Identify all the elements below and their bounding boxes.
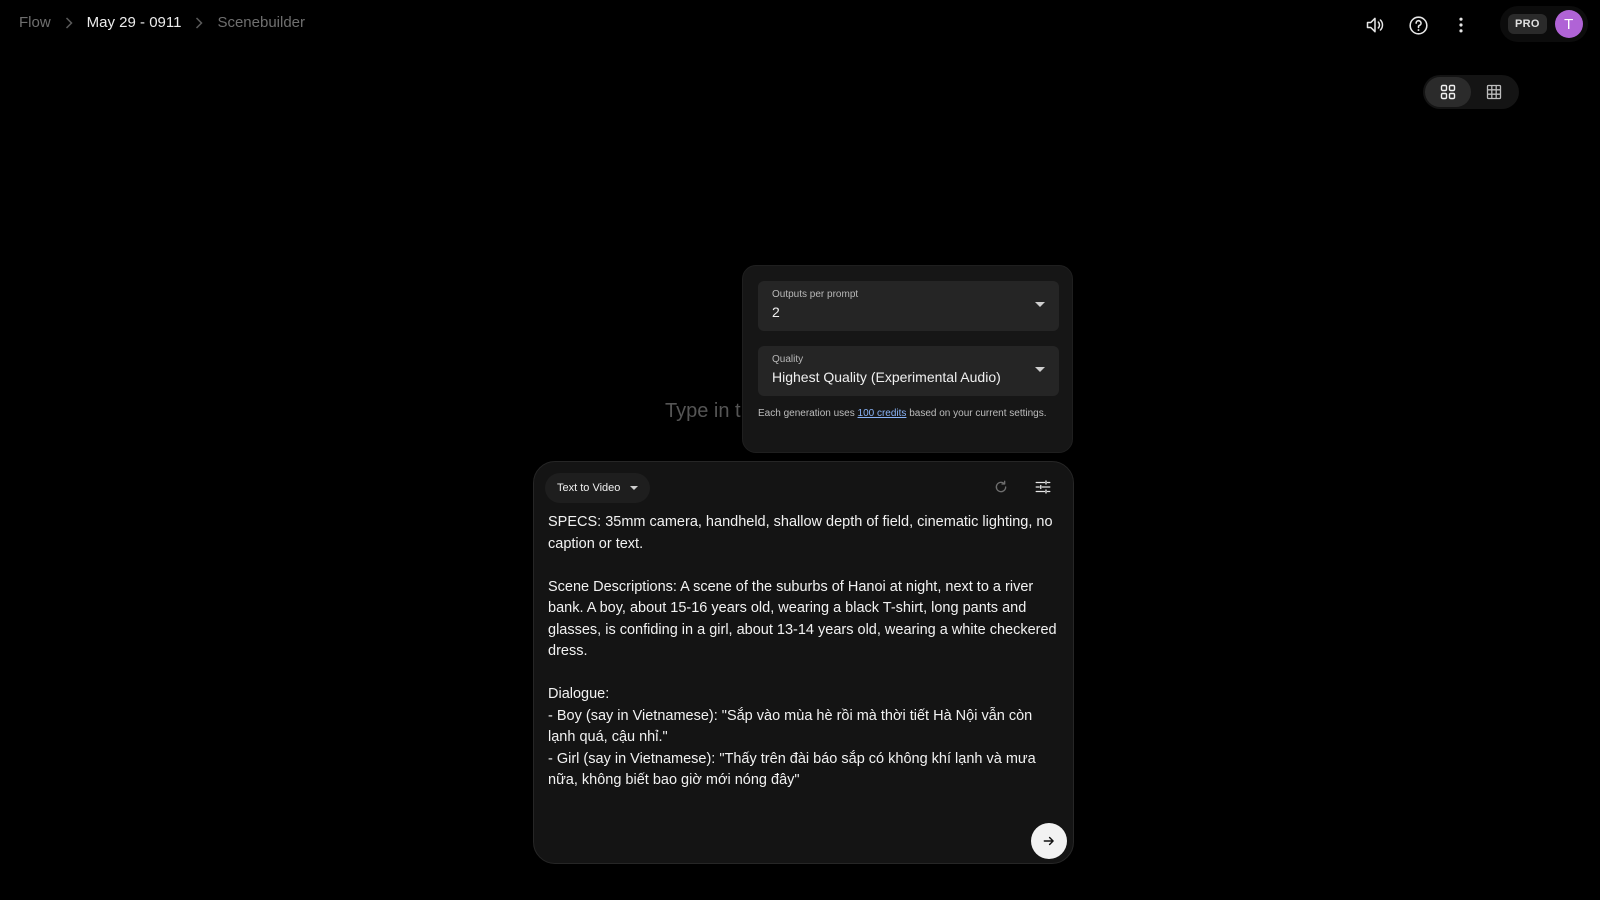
credits-note-prefix: Each generation uses — [758, 408, 858, 419]
quality-label: Quality — [772, 354, 804, 365]
grid-view-icon[interactable] — [1425, 77, 1471, 107]
credits-note: Each generation uses 100 credits based o… — [758, 406, 1057, 421]
volume-icon[interactable] — [1360, 10, 1390, 40]
breadcrumb-flow[interactable]: Flow — [19, 14, 51, 31]
send-button[interactable] — [1031, 823, 1067, 859]
outputs-per-prompt-select[interactable]: Outputs per prompt 2 — [758, 281, 1059, 331]
refresh-icon[interactable] — [988, 474, 1014, 500]
chevron-right-icon — [65, 16, 73, 29]
mode-select-label: Text to Video — [557, 482, 621, 494]
settings-popover: Outputs per prompt 2 Quality Highest Qua… — [742, 265, 1073, 453]
breadcrumb-scenebuilder[interactable]: Scenebuilder — [217, 14, 305, 31]
outputs-per-prompt-label: Outputs per prompt — [772, 289, 859, 300]
top-actions — [1360, 10, 1489, 40]
prompt-placeholder-hint: Type in t — [665, 400, 741, 422]
credits-link[interactable]: 100 credits — [858, 408, 907, 419]
avatar[interactable]: T — [1554, 10, 1583, 38]
quality-value: Highest Quality (Experimental Audio) — [772, 369, 1001, 385]
breadcrumb: Flow May 29 - 0911 Scenebuilder — [19, 14, 305, 31]
breadcrumb-project[interactable]: May 29 - 0911 — [87, 14, 182, 31]
view-toggle — [1423, 75, 1519, 109]
prompt-textarea[interactable]: SPECS: 35mm camera, handheld, shallow de… — [548, 512, 1061, 792]
account-menu[interactable]: PRO T — [1500, 6, 1588, 42]
help-icon[interactable] — [1403, 10, 1433, 40]
pro-badge: PRO — [1508, 14, 1547, 34]
prompt-card: Text to Video SPECS: 35mm camera, handhe… — [533, 461, 1074, 864]
chevron-right-icon — [195, 16, 204, 29]
arrow-right-icon — [1043, 836, 1054, 846]
quality-select[interactable]: Quality Highest Quality (Experimental Au… — [758, 346, 1059, 396]
list-grid-view-icon[interactable] — [1471, 77, 1517, 107]
outputs-per-prompt-value: 2 — [772, 304, 780, 320]
dropdown-arrow-icon — [1035, 367, 1045, 372]
tune-settings-icon[interactable] — [1030, 474, 1056, 500]
credits-note-suffix: based on your current settings. — [906, 408, 1047, 419]
top-bar: Flow May 29 - 0911 Scenebuilder PRO T — [0, 0, 1600, 48]
dropdown-arrow-icon — [1035, 302, 1045, 307]
dropdown-arrow-icon — [630, 486, 639, 490]
more-vert-icon[interactable] — [1446, 10, 1476, 40]
mode-select[interactable]: Text to Video — [545, 473, 651, 503]
